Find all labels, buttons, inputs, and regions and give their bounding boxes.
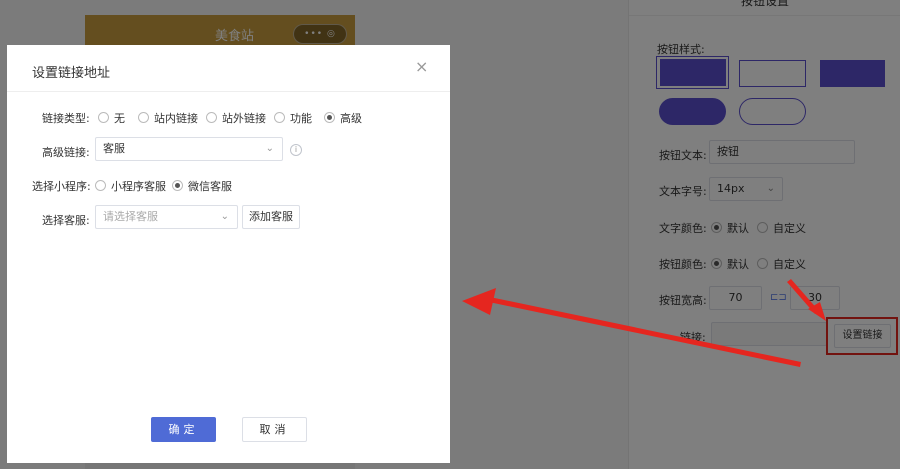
add-service-button[interactable]: 添加客服 — [242, 205, 300, 229]
radio-unchecked-icon — [138, 112, 149, 123]
radio-checked-icon — [172, 180, 183, 191]
link-type-label: 链接类型: — [42, 112, 90, 125]
wechat-service-radio[interactable]: 微信客服 — [172, 178, 232, 194]
confirm-button[interactable]: 确定 — [151, 417, 216, 442]
radio-label: 站内链接 — [154, 112, 198, 125]
radio-unchecked-icon — [98, 112, 109, 123]
mini-program-label: 选择小程序: — [32, 180, 91, 193]
service-select[interactable]: 请选择客服 ⌄ — [95, 205, 238, 229]
radio-label: 站外链接 — [222, 112, 266, 125]
chevron-down-icon: ⌄ — [265, 143, 274, 154]
info-icon[interactable]: i — [290, 144, 302, 156]
radio-unchecked-icon — [274, 112, 285, 123]
close-icon[interactable]: × — [415, 59, 428, 75]
radio-label: 小程序客服 — [111, 180, 166, 193]
radio-label: 功能 — [290, 112, 312, 125]
link-type-advanced-radio[interactable]: 高级 — [324, 110, 362, 126]
dialog-title: 设置链接地址 — [32, 66, 111, 81]
advanced-link-value: 客服 — [103, 142, 125, 155]
radio-unchecked-icon — [95, 180, 106, 191]
radio-label: 微信客服 — [188, 180, 232, 193]
link-type-none-radio[interactable]: 无 — [98, 110, 125, 126]
mini-program-service-radio[interactable]: 小程序客服 — [95, 178, 166, 194]
link-type-external-radio[interactable]: 站外链接 — [206, 110, 266, 126]
advanced-link-label: 高级链接: — [42, 146, 90, 159]
dialog-divider — [7, 91, 450, 92]
radio-unchecked-icon — [206, 112, 217, 123]
cancel-button[interactable]: 取消 — [242, 417, 307, 442]
arrow-left-head — [462, 288, 496, 315]
arrow-left-shaft — [484, 296, 801, 367]
link-type-internal-radio[interactable]: 站内链接 — [138, 110, 198, 126]
radio-label: 无 — [114, 112, 125, 125]
service-label: 选择客服: — [42, 214, 90, 227]
advanced-link-select[interactable]: 客服 ⌄ — [95, 137, 283, 161]
link-settings-dialog: 设置链接地址 × 链接类型: 无 站内链接 站外链接 功能 高级 高级链接: 客… — [7, 45, 450, 463]
link-type-function-radio[interactable]: 功能 — [274, 110, 312, 126]
radio-label: 高级 — [340, 112, 362, 125]
service-placeholder: 请选择客服 — [103, 210, 158, 223]
chevron-down-icon: ⌄ — [220, 211, 229, 222]
radio-checked-icon — [324, 112, 335, 123]
